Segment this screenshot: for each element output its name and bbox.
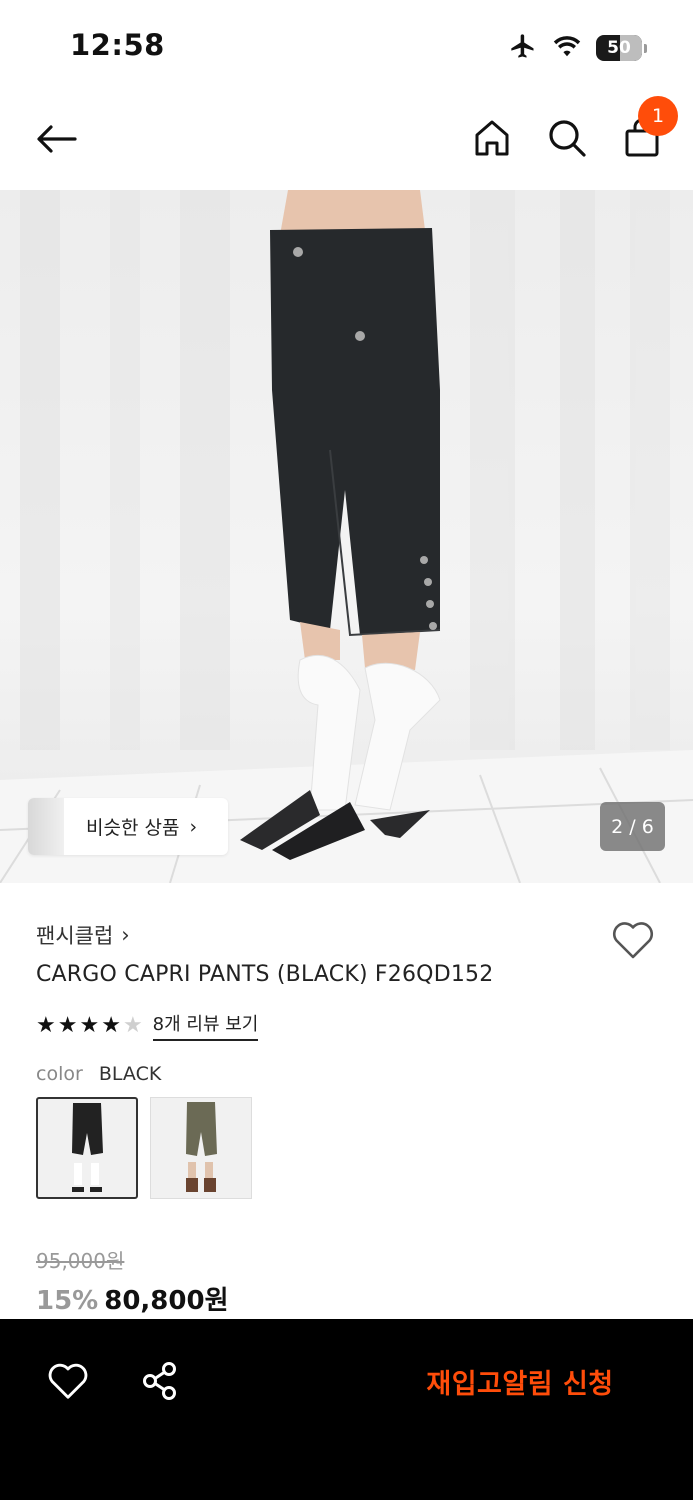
airplane-icon xyxy=(508,32,538,64)
rating-row: ★ ★ ★ ★ ★ 8개 리뷰 보기 xyxy=(36,1010,259,1041)
brand-name: 팬시클럽 xyxy=(36,924,114,948)
cart-count-badge: 1 xyxy=(638,96,678,136)
discount-rate: 15% xyxy=(36,1286,99,1316)
star-icon: ★ xyxy=(36,1012,56,1038)
image-page-indicator: 2 / 6 xyxy=(600,802,665,851)
similar-products-label: 비슷한 상품 xyxy=(86,817,180,839)
original-price: 95,000원 xyxy=(36,1249,125,1273)
status-bar: 12:58 50 xyxy=(0,0,693,90)
color-label: color xyxy=(36,1063,83,1085)
price-row: 15% 80,800원 xyxy=(36,1280,229,1317)
battery-tip xyxy=(644,43,647,53)
chevron-right-icon: › xyxy=(189,815,198,838)
heart-icon[interactable] xyxy=(610,918,656,962)
swatch-black[interactable] xyxy=(36,1097,138,1199)
search-icon[interactable] xyxy=(545,116,589,160)
chevron-right-icon: › xyxy=(121,923,130,947)
color-row: color BLACK xyxy=(36,1063,161,1085)
rating-stars: ★ ★ ★ ★ ★ xyxy=(36,1012,143,1038)
back-arrow-icon[interactable] xyxy=(34,116,80,162)
swatch-khaki[interactable] xyxy=(150,1097,252,1199)
home-icon[interactable] xyxy=(470,116,514,160)
battery-icon: 50 xyxy=(596,35,642,61)
battery-level: 50 xyxy=(607,38,631,58)
brand-link[interactable]: 팬시클럽 › xyxy=(36,920,130,950)
restock-alert-button[interactable]: 재입고알림 신청 xyxy=(400,1355,640,1407)
product-image[interactable]: 비슷한 상품 › 2 / 6 xyxy=(0,190,693,883)
color-value: BLACK xyxy=(98,1063,162,1085)
wifi-icon xyxy=(552,34,582,62)
status-time: 12:58 xyxy=(70,28,165,62)
similar-products-button[interactable]: 비슷한 상품 › xyxy=(28,798,228,855)
bottom-action-bar: 재입고알림 신청 xyxy=(0,1319,693,1500)
star-icon: ★ xyxy=(79,1012,100,1038)
top-nav-bar: 1 xyxy=(0,96,693,186)
star-icon: ★ xyxy=(101,1012,121,1038)
share-icon[interactable] xyxy=(138,1359,182,1403)
heart-icon[interactable] xyxy=(46,1359,90,1403)
review-link[interactable]: 8개 리뷰 보기 xyxy=(152,1010,259,1041)
product-photo-illustration xyxy=(0,190,693,883)
status-icons: 50 xyxy=(508,32,647,64)
star-icon: ★ xyxy=(57,1012,78,1038)
product-title: CARGO CAPRI PANTS (BLACK) F26QD152 xyxy=(36,962,494,987)
sale-price: 80,800원 xyxy=(104,1286,229,1316)
star-empty-icon: ★ xyxy=(122,1012,143,1038)
color-swatches xyxy=(36,1097,252,1199)
similar-product-thumbnail xyxy=(28,798,64,855)
